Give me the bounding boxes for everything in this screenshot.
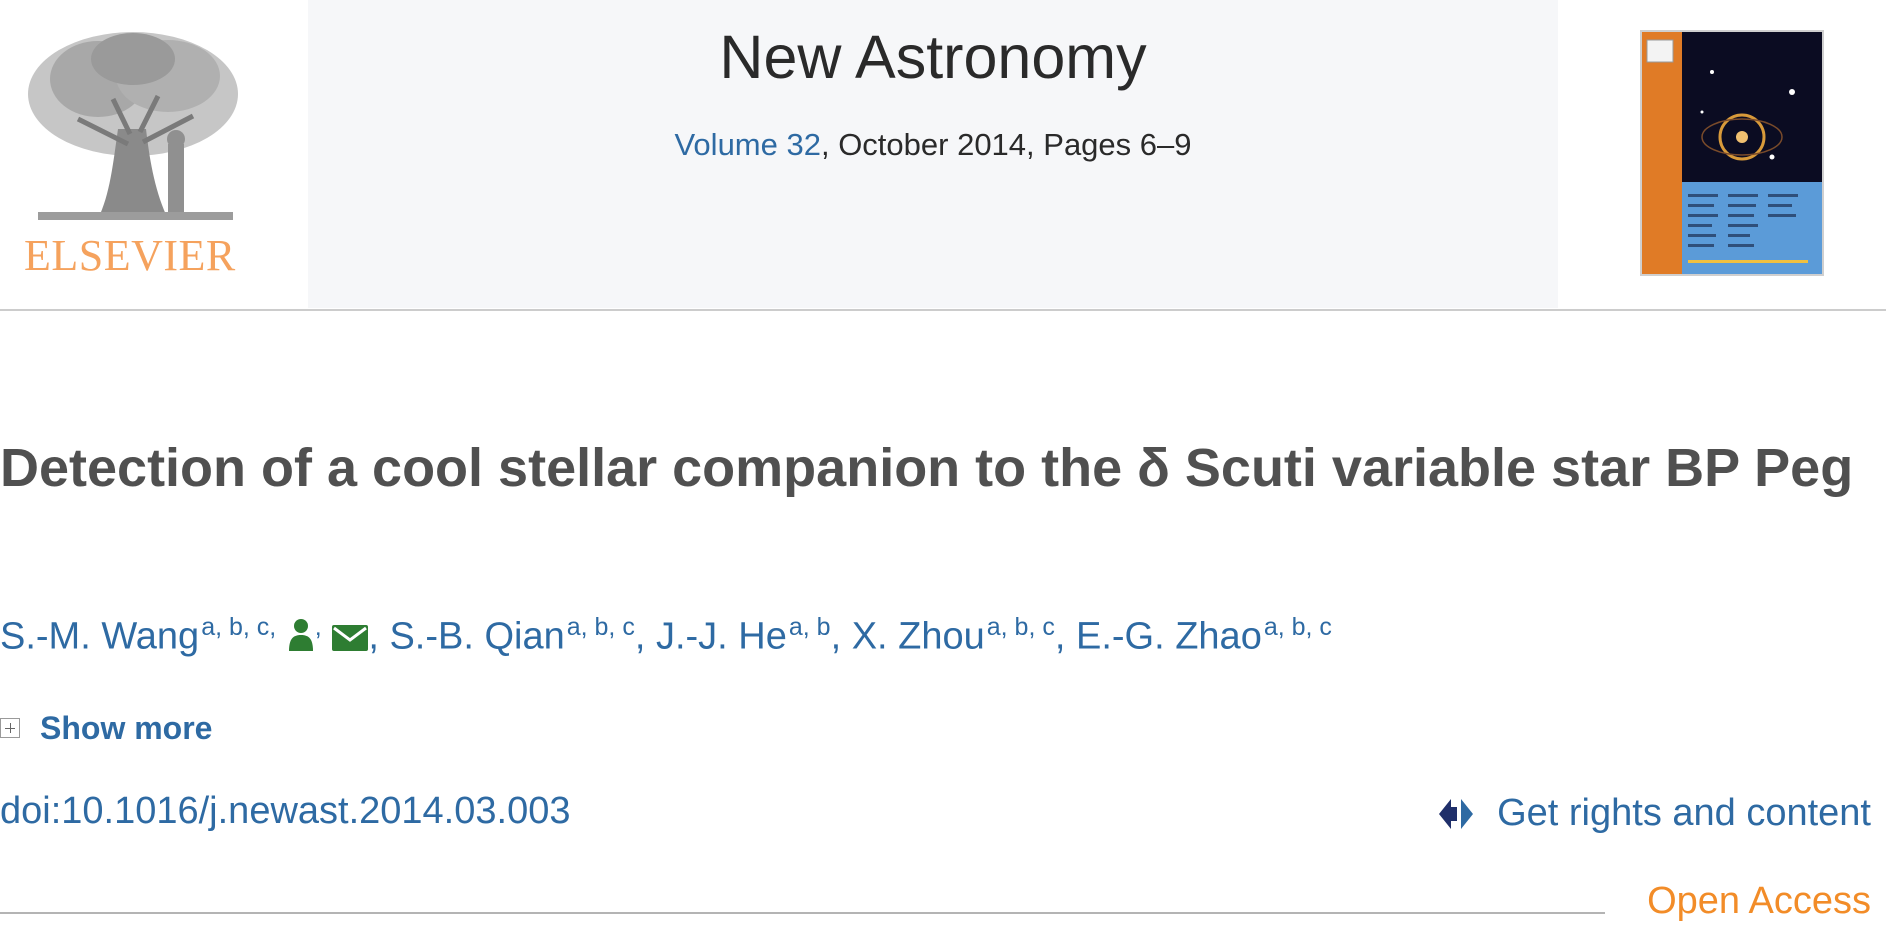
open-access-badge: Open Access xyxy=(1647,880,1871,922)
author-name[interactable]: S.-M. Wang xyxy=(0,616,199,658)
author-name[interactable]: E.-G. Zhao xyxy=(1076,616,1262,658)
doi-link[interactable]: doi:10.1016/j.newast.2014.03.003 xyxy=(0,790,570,833)
show-more-toggle[interactable]: Show more xyxy=(0,708,212,748)
journal-title[interactable]: New Astronomy xyxy=(308,22,1558,92)
author-affiliation[interactable]: a, b xyxy=(789,613,831,641)
tree-logo-icon xyxy=(18,24,248,224)
author-affiliation[interactable]: a, b, c xyxy=(567,613,635,641)
rights-arrow-icon xyxy=(1439,798,1474,829)
journal-cover-image[interactable] xyxy=(1640,30,1824,276)
author-affiliation[interactable]: a, b, c, xyxy=(201,613,276,641)
volume-link[interactable]: Volume 32 xyxy=(674,127,821,162)
author-name[interactable]: S.-B. Qian xyxy=(389,616,564,658)
show-more-label: Show more xyxy=(40,709,213,746)
publisher-logo[interactable]: ELSEVIER xyxy=(0,20,305,280)
publisher-wordmark: ELSEVIER xyxy=(24,231,236,280)
cover-art xyxy=(1642,32,1822,274)
plus-icon xyxy=(0,718,20,738)
author-name[interactable]: J.-J. He xyxy=(656,616,787,658)
get-rights-link[interactable]: Get rights and content xyxy=(1435,792,1871,835)
author-name[interactable]: X. Zhou xyxy=(852,616,985,658)
issue-info: Volume 32, October 2014, Pages 6–9 xyxy=(308,127,1558,163)
person-icon[interactable] xyxy=(287,617,315,651)
issue-date-pages: , October 2014, Pages 6–9 xyxy=(820,127,1192,162)
header-divider xyxy=(0,309,1886,311)
masthead: New Astronomy Volume 32, October 2014, P… xyxy=(308,0,1558,308)
article-title: Detection of a cool stellar companion to… xyxy=(0,438,1854,498)
author-affiliation[interactable]: a, b, c xyxy=(987,613,1055,641)
mail-icon[interactable] xyxy=(332,624,369,651)
journal-header: ELSEVIER New Astronomy Volume 32, Octobe… xyxy=(0,0,1886,308)
author-list: S.-M. Wanga, b, c, , , S.-B. Qiana, b, c… xyxy=(0,613,1332,658)
section-divider xyxy=(0,912,1605,914)
get-rights-label: Get rights and content xyxy=(1497,792,1871,834)
author-affiliation[interactable]: a, b, c xyxy=(1264,613,1332,641)
